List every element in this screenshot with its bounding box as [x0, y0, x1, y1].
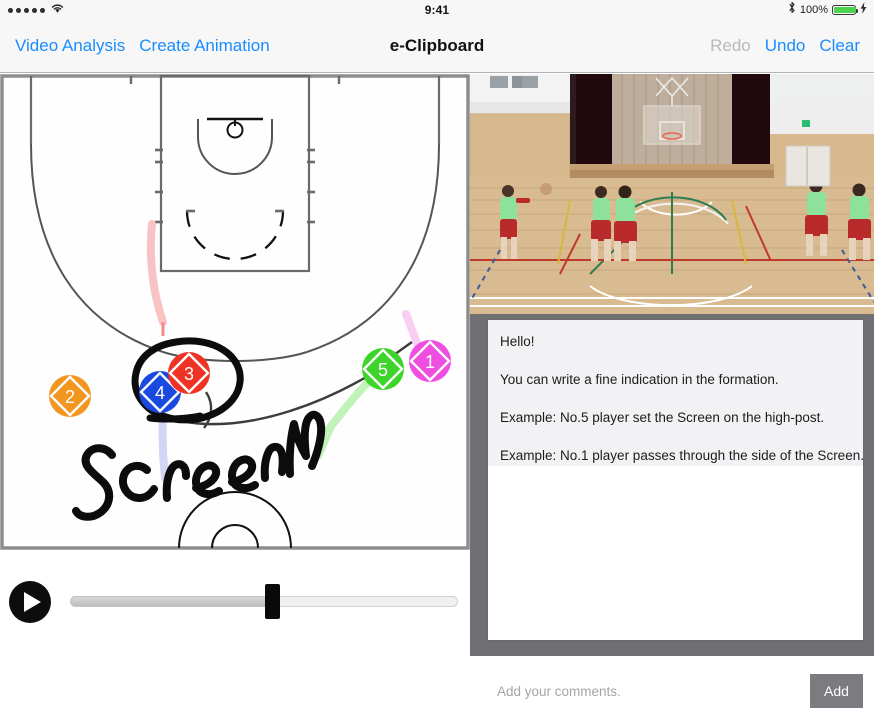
timeline-slider[interactable]	[70, 584, 458, 619]
add-comment-button[interactable]: Add	[810, 674, 863, 708]
status-bar-right: 100%	[788, 0, 867, 20]
player-token-3: 3	[168, 352, 210, 394]
comment-messages: Hello! You can write a fine indication i…	[488, 320, 864, 466]
redo-button[interactable]: Redo	[710, 36, 751, 56]
player-token-1: 1	[409, 340, 451, 382]
play-icon	[24, 592, 41, 612]
svg-text:1: 1	[425, 352, 435, 372]
comment-card: Hello! You can write a fine indication i…	[488, 320, 864, 640]
player-token-2: 2	[49, 375, 91, 417]
comment-message: You can write a fine indication in the f…	[500, 372, 779, 387]
battery-percent-label: 100%	[799, 4, 828, 16]
slider-thumb[interactable]	[264, 584, 280, 619]
comment-message: Example: No.5 player set the Screen on t…	[500, 410, 825, 425]
svg-text:4: 4	[155, 383, 165, 403]
bluetooth-icon	[788, 1, 796, 19]
comment-input[interactable]	[488, 674, 778, 708]
svg-text:5: 5	[378, 360, 388, 380]
nav-right-group: Redo Undo Clear	[710, 20, 860, 72]
clear-button[interactable]: Clear	[819, 36, 860, 56]
svg-text:3: 3	[184, 364, 194, 384]
playback-bar	[0, 560, 470, 656]
right-panel: Hello! You can write a fine indication i…	[470, 74, 874, 708]
status-bar-clock: 9:41	[424, 3, 450, 17]
app-root: 9:41 100% Video Analysis Create Animatio…	[0, 0, 874, 708]
status-bar: 9:41 100%	[0, 0, 874, 20]
comment-scroll-area[interactable]	[488, 466, 863, 640]
player-token-5: 5	[362, 348, 404, 390]
slider-fill	[70, 596, 272, 607]
svg-text:2: 2	[65, 387, 75, 407]
undo-button[interactable]: Undo	[765, 36, 806, 56]
battery-icon	[832, 5, 858, 15]
charging-bolt-icon	[860, 1, 867, 19]
comment-message: Example: No.1 player passes through the …	[500, 448, 864, 463]
video-player[interactable]	[470, 74, 874, 314]
comment-input-row: Add	[488, 674, 863, 708]
play-button[interactable]	[9, 581, 51, 623]
comment-message: Hello!	[500, 334, 535, 349]
player-tokens: 2 4 3 5 1	[49, 340, 451, 417]
navigation-bar: Video Analysis Create Animation e-Clipbo…	[0, 20, 874, 73]
